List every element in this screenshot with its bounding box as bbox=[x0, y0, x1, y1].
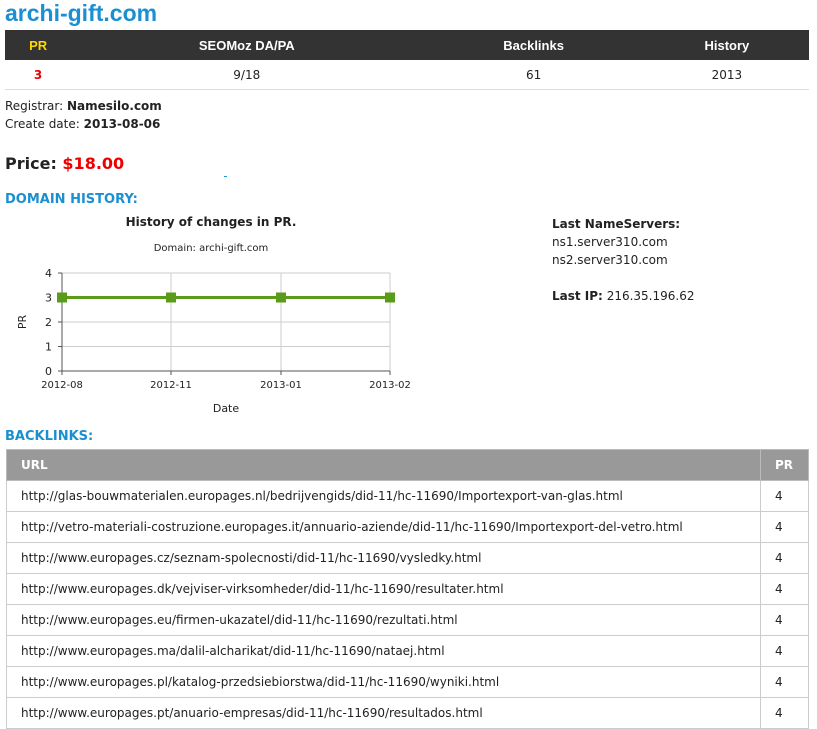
backlink-url[interactable]: http://www.europages.eu/firmen-ukazatel/… bbox=[6, 604, 761, 636]
backlink-url[interactable]: http://www.europages.pt/anuario-empresas… bbox=[6, 697, 761, 729]
nameserver-2: ns2.server310.com bbox=[552, 253, 668, 267]
registrar-label: Registrar: bbox=[5, 99, 64, 113]
domain-title[interactable]: archi-gift.com bbox=[5, 0, 157, 27]
backlinks-table: URL PR http://glas-bouwmaterialen.europa… bbox=[6, 449, 809, 729]
backlink-pr: 4 bbox=[760, 511, 809, 543]
backlink-url[interactable]: http://www.europages.ma/dalil-alcharikat… bbox=[6, 635, 761, 667]
stats-value-pr: 3 bbox=[5, 60, 72, 90]
chart-data-point bbox=[166, 292, 176, 303]
table-row: http://www.europages.dk/vejviser-virksom… bbox=[6, 573, 809, 605]
pr-history-chart: History of changes in PR. Domain: archi-g… bbox=[16, 215, 411, 415]
backlinks-header-row: URL PR bbox=[6, 449, 809, 481]
nameservers-label: Last NameServers: bbox=[552, 217, 681, 231]
chart-y-tick-label: 0 bbox=[45, 365, 52, 378]
chart-x-tick-label: 2012-11 bbox=[150, 380, 192, 391]
stats-value-backlinks: 61 bbox=[422, 60, 645, 90]
backlink-pr: 4 bbox=[760, 542, 809, 574]
backlink-pr: 4 bbox=[760, 697, 809, 729]
backlink-url[interactable]: http://vetro-materiali-costruzione.europ… bbox=[6, 511, 761, 543]
chart-y-label: PR bbox=[16, 315, 29, 330]
stats-header-seomoz: SEOMoz DA/PA bbox=[71, 30, 423, 60]
chart-x-label: Date bbox=[213, 402, 240, 415]
table-row: http://www.europages.cz/seznam-spolecnos… bbox=[6, 542, 809, 574]
backlink-pr: 4 bbox=[760, 573, 809, 605]
chart-data-point bbox=[276, 292, 286, 303]
chart-x-tick-label: 2013-02 bbox=[369, 380, 411, 391]
chart-x-tick-label: 2013-01 bbox=[260, 380, 302, 391]
table-row: http://vetro-materiali-costruzione.europ… bbox=[6, 511, 809, 543]
backlink-pr: 4 bbox=[760, 480, 809, 512]
domain-history-heading: DOMAIN HISTORY: bbox=[5, 192, 138, 207]
registrar-line: Registrar: Namesilo.com bbox=[5, 99, 162, 113]
price-value: $18.00 bbox=[62, 154, 125, 173]
stats-header-backlinks: Backlinks bbox=[422, 30, 645, 60]
table-row: http://www.europages.pl/katalog-przedsie… bbox=[6, 666, 809, 698]
stats-header-row: PR SEOMoz DA/PA Backlinks History bbox=[5, 30, 809, 60]
chart-y-tick-label: 1 bbox=[45, 341, 52, 354]
price: Price: $18.00 bbox=[5, 154, 124, 173]
stats-value-history: 2013 bbox=[644, 60, 809, 90]
backlinks-col-url[interactable]: URL bbox=[6, 449, 761, 481]
backlink-url[interactable]: http://glas-bouwmaterialen.europages.nl/… bbox=[6, 480, 761, 512]
chart-data-point bbox=[57, 292, 67, 303]
stats-table: PR SEOMoz DA/PA Backlinks History 3 9/18… bbox=[5, 30, 809, 90]
chart-y-tick-label: 3 bbox=[45, 292, 52, 305]
chart-y-tick-label: 2 bbox=[45, 316, 52, 329]
chart-title: History of changes in PR. bbox=[126, 215, 297, 229]
backlink-url[interactable]: http://www.europages.cz/seznam-spolecnos… bbox=[6, 542, 761, 574]
chart-subtitle: Domain: archi-gift.com bbox=[154, 243, 269, 254]
last-ip-value: 216.35.196.62 bbox=[606, 289, 695, 303]
create-date-value: 2013-08-06 bbox=[83, 117, 161, 131]
table-row: http://glas-bouwmaterialen.europages.nl/… bbox=[6, 480, 809, 512]
stats-header-pr: PR bbox=[5, 30, 72, 60]
chart-x-tick-label: 2012-08 bbox=[41, 380, 83, 391]
table-row: http://www.europages.pt/anuario-empresas… bbox=[6, 697, 809, 729]
backlink-pr: 4 bbox=[760, 604, 809, 636]
chart-data-point bbox=[385, 292, 395, 303]
stats-header-history: History bbox=[644, 30, 809, 60]
backlink-url[interactable]: http://www.europages.dk/vejviser-virksom… bbox=[6, 573, 761, 605]
stats-value-row: 3 9/18 61 2013 bbox=[5, 60, 809, 90]
stats-value-seomoz: 9/18 bbox=[71, 60, 423, 90]
divider-mark bbox=[224, 176, 227, 177]
price-label: Price: bbox=[5, 154, 57, 173]
backlinks-heading: BACKLINKS: bbox=[5, 429, 94, 444]
last-ip-label: Last IP: bbox=[552, 289, 603, 303]
backlinks-col-pr[interactable]: PR bbox=[760, 449, 809, 481]
create-date-label: Create date: bbox=[5, 117, 80, 131]
chart-y-tick-label: 4 bbox=[45, 267, 52, 280]
registrar-value: Namesilo.com bbox=[66, 99, 162, 113]
backlink-pr: 4 bbox=[760, 666, 809, 698]
nameserver-1: ns1.server310.com bbox=[552, 235, 668, 249]
backlink-pr: 4 bbox=[760, 635, 809, 667]
backlink-url[interactable]: http://www.europages.pl/katalog-przedsie… bbox=[6, 666, 761, 698]
table-row: http://www.europages.ma/dalil-alcharikat… bbox=[6, 635, 809, 667]
last-ip-line: Last IP: 216.35.196.62 bbox=[552, 289, 694, 303]
table-row: http://www.europages.eu/firmen-ukazatel/… bbox=[6, 604, 809, 636]
create-date-line: Create date: 2013-08-06 bbox=[5, 117, 160, 131]
